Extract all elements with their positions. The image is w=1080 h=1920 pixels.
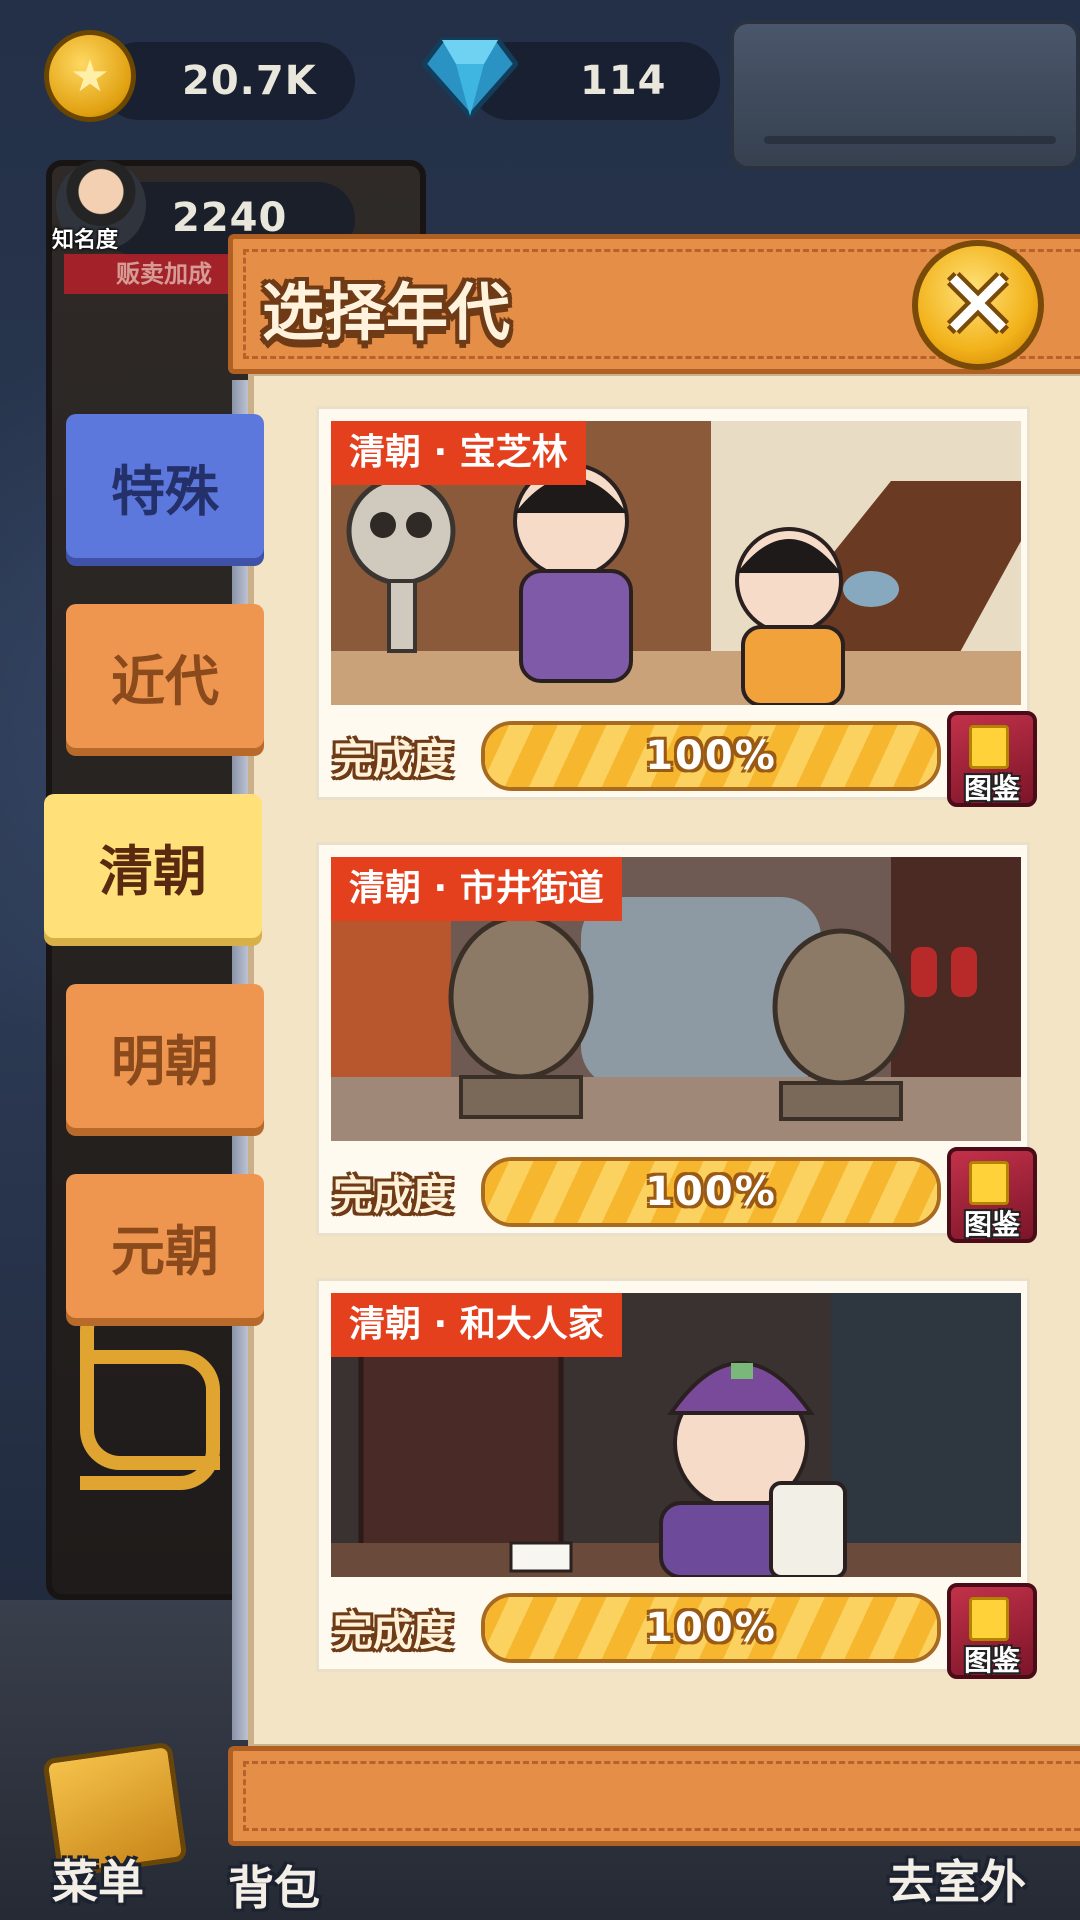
- tab-ming-dynasty[interactable]: 明朝: [66, 984, 264, 1128]
- tab-special[interactable]: 特殊: [66, 414, 264, 558]
- collection-book-label: 图鉴: [963, 1208, 1020, 1241]
- progress-label: 完成度: [333, 1609, 453, 1655]
- progress-text: 100%: [645, 1605, 777, 1651]
- era-card-he-residence[interactable]: 清朝 · 和大人家 完成度 100% 图鉴: [316, 1278, 1037, 1679]
- scene-image-baozhilin: 清朝 · 宝芝林: [331, 421, 1021, 705]
- coin-value: 20.7K: [182, 58, 317, 104]
- dialog-footer: [228, 1746, 1080, 1846]
- tab-yuan-dynasty[interactable]: 元朝: [66, 1174, 264, 1318]
- progress-text: 100%: [645, 1169, 777, 1215]
- card-tag: 清朝 · 市井街道: [331, 857, 622, 921]
- progress-label: 完成度: [333, 737, 453, 783]
- bag-button[interactable]: 背包: [228, 1852, 320, 1918]
- collection-book-button[interactable]: 图鉴: [947, 1583, 1037, 1679]
- collection-book-button[interactable]: 图鉴: [947, 711, 1037, 807]
- menu-button[interactable]: 菜单: [52, 1846, 144, 1912]
- collection-book-label: 图鉴: [963, 1644, 1020, 1677]
- scene-image-he-residence: 清朝 · 和大人家: [331, 1293, 1021, 1577]
- coin-icon: ★: [44, 30, 136, 122]
- progress-label: 完成度: [333, 1173, 453, 1219]
- air-conditioner-decor: [730, 20, 1080, 170]
- era-card-street[interactable]: 清朝 · 市井街道 完成度 100% 图鉴: [316, 842, 1037, 1243]
- collection-book-button[interactable]: 图鉴: [947, 1147, 1037, 1243]
- go-outdoor-button[interactable]: 去室外: [888, 1846, 1026, 1912]
- progress-text: 100%: [645, 733, 777, 779]
- card-tag: 清朝 · 和大人家: [331, 1293, 622, 1357]
- collection-book-label: 图鉴: [963, 772, 1020, 805]
- close-icon: ✕: [937, 249, 1019, 361]
- fame-label: 知名度: [52, 228, 119, 253]
- progress-bar: 100%: [481, 1157, 941, 1227]
- gem-value: 114: [580, 58, 667, 104]
- progress-bar: 100%: [481, 721, 941, 791]
- progress-bar: 100%: [481, 1593, 941, 1663]
- pipe-decor: [80, 1350, 220, 1490]
- close-button[interactable]: ✕: [912, 240, 1044, 370]
- scene-image-street: 清朝 · 市井街道: [331, 857, 1021, 1141]
- diamond-icon: [422, 37, 518, 118]
- era-card-baozhilin[interactable]: 清朝 · 宝芝林 完成度 100% 图鉴: [316, 406, 1037, 807]
- tab-qing-dynasty[interactable]: 清朝: [44, 794, 262, 938]
- tab-modern[interactable]: 近代: [66, 604, 264, 748]
- dialog-title: 选择年代: [262, 276, 511, 349]
- card-tag: 清朝 · 宝芝林: [331, 421, 586, 485]
